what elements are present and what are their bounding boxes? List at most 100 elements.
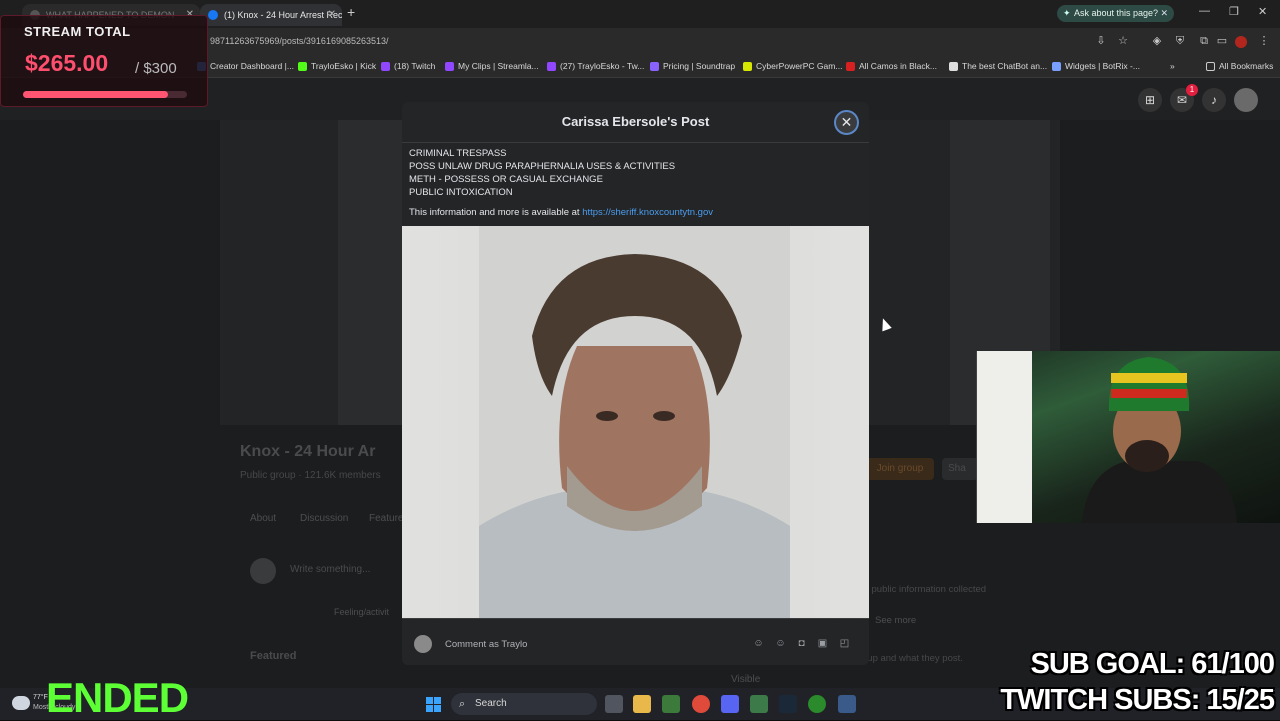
info-line: This information and more is available a…	[409, 207, 713, 218]
stream-progress-bar	[23, 91, 187, 98]
about-text: oup and what they post.	[862, 653, 963, 664]
bookmark-item[interactable]: Pricing | Soundtrap	[650, 61, 735, 71]
bookmark-label: CyberPowerPC Gam...	[756, 61, 843, 71]
tab-label: (1) Knox - 24 Hour Arrest Reco	[224, 10, 342, 20]
emoji-icon[interactable]: ☺	[774, 637, 787, 650]
modal-header: Carissa Ebersole's Post ✕	[402, 102, 869, 143]
bookmark-star-icon[interactable]: ☆	[1117, 35, 1129, 47]
bookmark-label: (27) TrayloEsko - Tw...	[560, 61, 645, 71]
post-modal: Carissa Ebersole's Post ✕ CRIMINAL TRESP…	[402, 102, 869, 665]
shield-icon[interactable]: ⛨	[1174, 35, 1186, 47]
bookmark-item[interactable]: (18) Twitch	[381, 61, 435, 71]
xbox-icon[interactable]	[808, 695, 826, 713]
bookmark-label: Pricing | Soundtrap	[663, 61, 736, 71]
gif-icon[interactable]: ▣	[816, 637, 829, 650]
stream-total-goal: / $300	[135, 60, 177, 77]
bookmark-item[interactable]: Widgets | BotRix -...	[1052, 61, 1140, 71]
profile-avatar[interactable]	[1235, 36, 1247, 48]
extensions-puzzle-icon[interactable]: ⧉	[1198, 35, 1210, 47]
sheriff-link[interactable]: https://sheriff.knoxcountytn.gov	[582, 207, 713, 218]
steam-icon[interactable]	[779, 695, 797, 713]
bookmark-label: My Clips | Streamla...	[458, 61, 539, 71]
group-meta: Public group · 121.6K members	[240, 470, 381, 481]
bookmark-item[interactable]: TrayloEsko | Kick	[298, 61, 376, 71]
new-tab-icon[interactable]: +	[347, 4, 355, 20]
ask-about-page-button[interactable]: ✦ Ask about this page? ✕	[1057, 5, 1174, 22]
bookmark-item[interactable]: CyberPowerPC Gam...	[743, 61, 842, 71]
install-app-icon[interactable]: ⇩	[1095, 35, 1107, 47]
chrome-icon[interactable]	[692, 695, 710, 713]
write-something-input[interactable]: Write something...	[250, 558, 400, 582]
feeling-activity-button[interactable]: Feeling/activit	[334, 607, 389, 617]
share-button[interactable]: Sha	[942, 458, 978, 480]
visible-label: Visible	[731, 674, 761, 685]
browser-tab-active[interactable]: (1) Knox - 24 Hour Arrest Reco ✕	[200, 4, 342, 26]
app-icon[interactable]	[750, 695, 768, 713]
join-group-button[interactable]: Join group	[866, 458, 934, 480]
sub-goal-label: SUB GOAL: 61/100	[1030, 648, 1275, 680]
windows-start-icon[interactable]	[426, 697, 441, 712]
close-window-icon[interactable]: ✕	[1258, 5, 1267, 18]
modal-title: Carissa Ebersole's Post	[561, 114, 710, 129]
tab-about[interactable]: About	[250, 513, 276, 524]
tab-close-icon[interactable]: ✕	[328, 4, 336, 26]
file-explorer-icon[interactable]	[633, 695, 651, 713]
bookmark-item[interactable]: The best ChatBot an...	[949, 61, 1047, 71]
streamer-webcam-image	[977, 351, 1237, 523]
minimize-icon[interactable]: —	[1199, 5, 1210, 17]
bookmark-label: All Camos in Black...	[859, 61, 937, 71]
webcam-overlay	[976, 351, 1280, 523]
bookmark-item[interactable]: My Clips | Streamla...	[445, 61, 539, 71]
sticker-icon[interactable]: ◰	[838, 637, 851, 650]
avatar	[414, 635, 432, 653]
ask-about-page-label: Ask about this page?	[1074, 8, 1159, 18]
menu-kebab-icon[interactable]: ⋮	[1258, 35, 1270, 47]
search-icon: ⌕	[459, 698, 466, 710]
post-text: CRIMINAL TRESPASS POSS UNLAW DRUG PARAPH…	[402, 143, 869, 226]
close-button[interactable]: ✕	[834, 110, 859, 135]
taskbar-search[interactable]: ⌕ Search	[451, 693, 597, 715]
task-view-icon[interactable]	[605, 695, 623, 713]
sidebar-icon[interactable]: ▭	[1216, 35, 1228, 47]
twitch-favicon-icon	[445, 62, 454, 71]
botrix-favicon-icon	[1052, 62, 1061, 71]
cloud-icon[interactable]	[12, 696, 30, 710]
bookmark-item[interactable]: All Camos in Black...	[846, 61, 937, 71]
bookmark-item[interactable]: Creator Dashboard |...	[197, 61, 294, 71]
cyberpower-favicon-icon	[743, 62, 752, 71]
url-field[interactable]: 987112636759​69/posts/3916169085263513/	[210, 36, 389, 46]
kick-favicon-icon	[298, 62, 307, 71]
camera-icon[interactable]: ◘	[795, 637, 808, 650]
group-title: Knox - 24 Hour Ar	[240, 443, 376, 460]
tab-featured[interactable]: Feature	[369, 513, 403, 524]
tab-discussion[interactable]: Discussion	[300, 513, 348, 524]
soundtrap-favicon-icon	[650, 62, 659, 71]
restore-icon[interactable]: ❐	[1229, 5, 1239, 18]
featured-heading: Featured	[250, 650, 297, 662]
close-icon[interactable]: ✕	[1160, 5, 1168, 22]
stream-ended-label: ENDED	[46, 674, 189, 721]
about-text: is public information collected	[862, 584, 987, 595]
mugshot-photo[interactable]	[402, 226, 869, 618]
app-icon[interactable]	[838, 695, 856, 713]
bookmark-item[interactable]: (27) TrayloEsko - Tw...	[547, 61, 644, 71]
comment-input[interactable]: Comment as Traylo	[445, 639, 527, 650]
more-bookmarks-icon[interactable]: »	[1170, 61, 1175, 71]
all-bookmarks-folder[interactable]: All Bookmarks	[1206, 61, 1273, 71]
bookmark-label: Widgets | BotRix -...	[1065, 61, 1140, 71]
discord-icon[interactable]	[721, 695, 739, 713]
info-prefix: This information and more is available a…	[409, 207, 583, 218]
twitch-favicon-icon	[381, 62, 390, 71]
sparkle-icon: ✦	[1063, 8, 1071, 18]
apps-grid-icon[interactable]: ⊞	[1138, 88, 1162, 112]
store-icon[interactable]	[662, 695, 680, 713]
stream-total-title: STREAM TOTAL	[24, 24, 131, 39]
camo-favicon-icon	[846, 62, 855, 71]
bookmark-label: The best ChatBot an...	[962, 61, 1048, 71]
avatar[interactable]	[1234, 88, 1258, 112]
charge-line: CRIMINAL TRESPASS	[409, 148, 507, 159]
extension-icon[interactable]: ◈	[1151, 35, 1163, 47]
bell-icon[interactable]: ♪	[1202, 88, 1226, 112]
avatar-sticker-icon[interactable]: ☺	[752, 637, 765, 650]
see-more-link[interactable]: See more	[875, 615, 916, 626]
